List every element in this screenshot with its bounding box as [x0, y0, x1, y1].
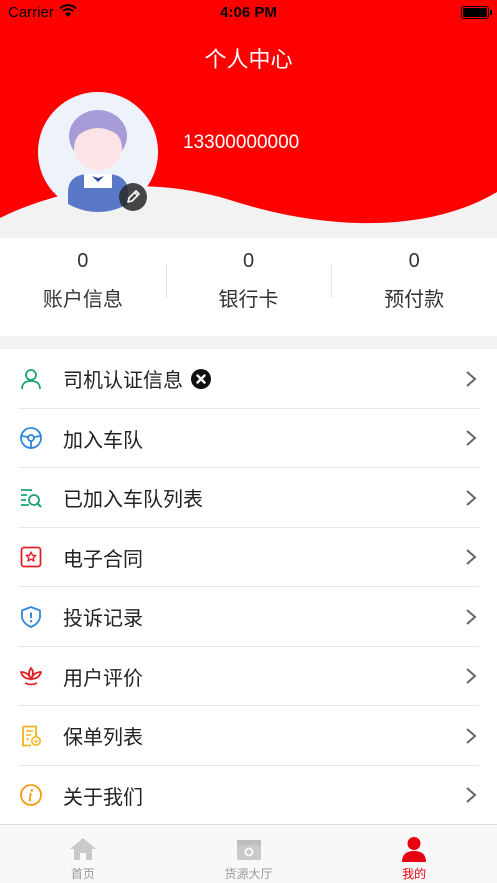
info-circle-icon [20, 784, 42, 807]
menu-item-joined-fleet-list[interactable]: 已加入车队列表 [0, 468, 497, 528]
menu-item-label: 保单列表 [63, 725, 143, 750]
menu-item-driver-certification[interactable]: 司机认证信息 [0, 349, 497, 409]
stat-prepayment[interactable]: 0 预付款 [331, 238, 497, 336]
chevron-right-icon [466, 430, 477, 447]
policy-document-icon [22, 725, 41, 747]
menu-item-join-fleet[interactable]: 加入车队 [0, 409, 497, 469]
page-title: 个人中心 [204, 48, 293, 73]
tab-label: 我的 [402, 867, 427, 881]
unverified-x-icon [191, 369, 211, 390]
menu-item-label: 加入车队 [63, 427, 143, 452]
chevron-right-icon [466, 549, 477, 566]
tab-label: 首页 [70, 867, 95, 881]
stat-value: 0 [242, 250, 255, 272]
pencil-icon [127, 190, 140, 203]
lotus-icon [20, 666, 42, 686]
chevron-right-icon [466, 608, 477, 625]
tab-label: 货源大厅 [224, 867, 273, 881]
stat-value: 0 [408, 250, 420, 272]
menu-item-label: 投诉记录 [63, 606, 143, 631]
tab-mine[interactable]: 我的 [331, 825, 497, 883]
contract-star-icon [20, 546, 42, 568]
chevron-right-icon [466, 668, 477, 685]
list-search-icon [21, 488, 42, 508]
menu-item-label: 用户评价 [63, 665, 143, 690]
menu-item-policy-list[interactable]: 保单列表 [0, 706, 497, 766]
tab-cargo-hall[interactable]: 货源大厅 [166, 825, 332, 883]
menu-item-label: 关于我们 [63, 784, 143, 809]
edit-avatar-button[interactable] [119, 183, 147, 211]
stat-value: 0 [77, 250, 89, 272]
chevron-right-icon [466, 370, 477, 387]
person-outline-icon [21, 368, 41, 389]
profile-header: Carrier 4:06 PM 个人中心 13300000000 [0, 0, 497, 240]
bottom-tab-bar: 首页 货源大厅 我的 [0, 824, 497, 883]
stat-bank-card[interactable]: 0 银行卡 [165, 238, 332, 336]
menu-item-label: 已加入车队列表 [63, 487, 203, 512]
menu-item-label: 电子合同 [63, 546, 143, 571]
menu-item-e-contract[interactable]: 电子合同 [0, 528, 497, 588]
profile-menu: 司机认证信息 加入车队 已加入车队列表 电子合同 投诉记录 用户评价 保单列表 … [0, 349, 497, 825]
home-icon [69, 838, 96, 860]
phone-number: 13300000000 [183, 132, 300, 153]
tab-home[interactable]: 首页 [0, 825, 166, 883]
stat-label: 账户信息 [42, 287, 123, 311]
stat-account-info[interactable]: 0 账户信息 [0, 238, 166, 336]
profile-screen: Carrier 4:06 PM 个人中心 13300000000 0 账户信息 … [0, 0, 497, 883]
shield-alert-icon [21, 605, 41, 628]
menu-item-label: 司机认证信息 [63, 368, 183, 393]
menu-item-about-us[interactable]: 关于我们 [0, 766, 497, 826]
chevron-right-icon [466, 727, 477, 744]
battery-icon [461, 6, 492, 19]
menu-item-complaint-records[interactable]: 投诉记录 [0, 587, 497, 647]
steering-wheel-icon [20, 427, 42, 450]
chevron-right-icon [466, 489, 477, 506]
person-icon [402, 837, 427, 862]
menu-item-user-reviews[interactable]: 用户评价 [0, 647, 497, 707]
stat-label: 预付款 [384, 287, 445, 311]
account-stats: 0 账户信息 0 银行卡 0 预付款 [0, 238, 497, 336]
cargo-hall-icon [236, 840, 261, 860]
status-bar: Carrier 4:06 PM [0, 0, 497, 26]
chevron-right-icon [466, 787, 477, 804]
stat-label: 银行卡 [218, 287, 279, 311]
status-time: 4:06 PM [220, 4, 277, 21]
